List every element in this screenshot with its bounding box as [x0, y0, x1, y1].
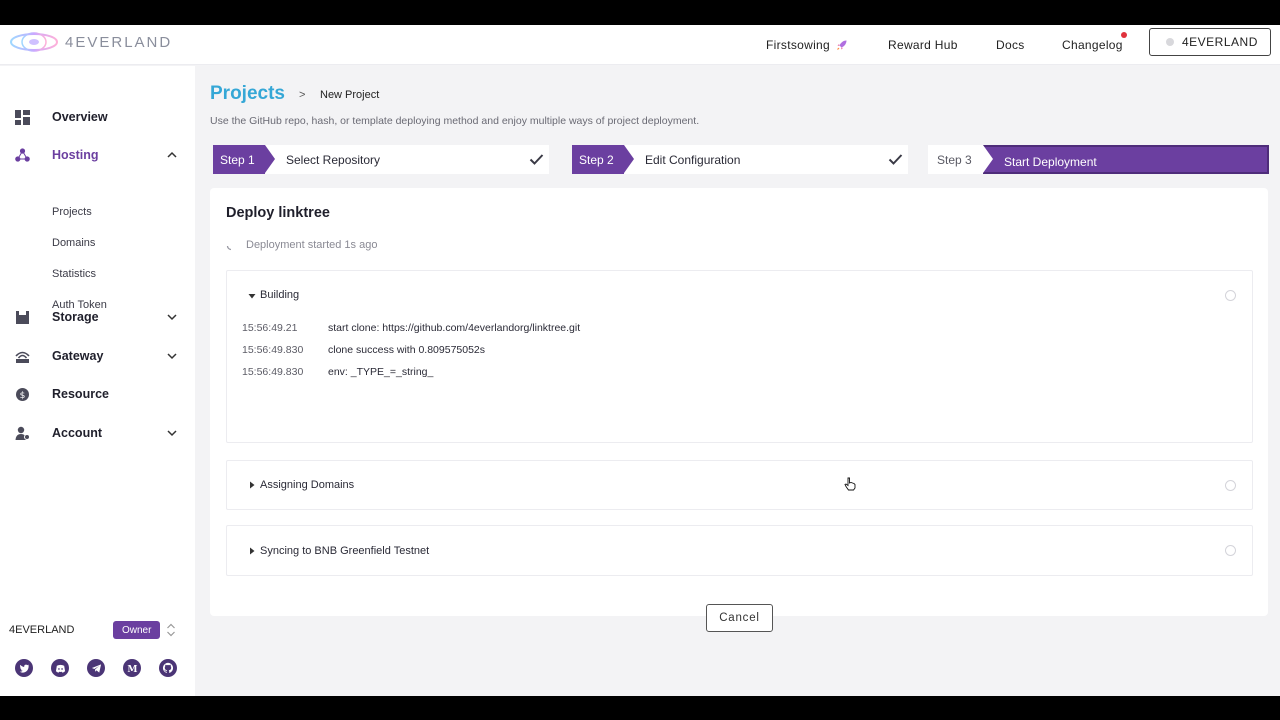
chevron-down-icon: [167, 353, 177, 360]
step-3: Step 3 Start Deployment: [928, 145, 1269, 174]
status-ring-icon: [1225, 545, 1236, 556]
svg-text:M: M: [127, 664, 137, 674]
sidebar-item-hosting[interactable]: Hosting: [0, 141, 195, 169]
nav-reward-hub-label: Reward Hub: [888, 38, 958, 52]
nav-reward-hub[interactable]: Reward Hub: [888, 25, 958, 65]
nav-changelog[interactable]: Changelog: [1062, 25, 1127, 65]
stage-building: Building 15:56:49.21 start clone: https:…: [226, 270, 1253, 443]
caret-right-icon: [250, 481, 255, 489]
chevron-down-icon: [167, 430, 177, 437]
sidebar-item-label: Account: [52, 426, 102, 440]
account-button-label: 4EVERLAND: [1182, 35, 1258, 49]
storage-icon: [15, 310, 30, 325]
step-1-tag: Step 1: [213, 145, 275, 174]
sidebar-item-label: Hosting: [52, 148, 99, 162]
chevron-down-icon: [167, 314, 177, 321]
nav-changelog-label: Changelog: [1062, 38, 1123, 52]
team-switcher[interactable]: 4EVERLAND Owner: [9, 619, 185, 641]
account-button[interactable]: 4EVERLAND: [1149, 28, 1271, 56]
sidebar-subitem-statistics[interactable]: Statistics: [52, 268, 96, 280]
sidebar-item-label: Overview: [52, 110, 108, 124]
caret-down-icon[interactable]: [248, 292, 256, 300]
discord-icon[interactable]: [51, 659, 69, 677]
telegram-icon[interactable]: [87, 659, 105, 677]
gateway-icon: [15, 349, 30, 364]
deploy-status: Deployment started 1s ago: [246, 239, 378, 251]
step-2-name: Edit Configuration: [645, 152, 741, 167]
resource-icon: $: [15, 387, 30, 402]
notification-dot: [1120, 32, 1127, 38]
sidebar-subitem-domains[interactable]: Domains: [52, 237, 95, 249]
step-2: Step 2 Edit Configuration: [572, 145, 908, 174]
nav-docs-label: Docs: [996, 38, 1025, 52]
log-message: clone success with 0.809575052s: [328, 344, 486, 356]
app-window: 4EVERLAND Firstsowing Reward Hub Docs Ch…: [0, 25, 1280, 696]
top-bar: 4EVERLAND Firstsowing Reward Hub Docs Ch…: [0, 25, 1280, 65]
cancel-button-label: Cancel: [719, 612, 760, 624]
step-3-name: Start Deployment: [1004, 154, 1097, 169]
caret-right-icon: [250, 547, 255, 555]
step-2-tag: Step 2: [572, 145, 634, 174]
svg-text:$: $: [20, 391, 26, 401]
chevron-up-icon: [167, 151, 177, 158]
log-line: 15:56:49.830 clone success with 0.809575…: [242, 344, 485, 356]
page-subtitle: Use the GitHub repo, hash, or template d…: [210, 115, 700, 127]
sidebar: Overview Hosting Projects Domains Statis…: [0, 66, 195, 696]
check-icon: [529, 154, 544, 165]
brand-name: 4EVERLAND: [65, 33, 173, 51]
sidebar-item-gateway[interactable]: Gateway: [0, 342, 195, 370]
hand-cursor-icon: [844, 477, 856, 491]
team-name: 4EVERLAND: [9, 624, 75, 636]
sidebar-subitem-projects[interactable]: Projects: [52, 206, 92, 218]
switch-team-icon[interactable]: [166, 622, 176, 638]
log-message: start clone: https://github.com/4everlan…: [328, 322, 581, 334]
hosting-icon: [15, 147, 30, 163]
log-timestamp: 15:56:49.21: [242, 322, 298, 334]
cancel-button[interactable]: Cancel: [706, 604, 773, 632]
status-ring-icon: [1225, 480, 1236, 491]
sidebar-item-resource[interactable]: $ Resource: [0, 380, 195, 408]
role-badge: Owner: [113, 621, 161, 639]
status-ring-icon: [1225, 290, 1236, 301]
sidebar-item-label: Gateway: [52, 349, 104, 363]
stage-title: Syncing to BNB Greenfield Testnet: [260, 545, 430, 557]
stage-assigning-domains[interactable]: Assigning Domains: [226, 460, 1253, 510]
twitter-icon[interactable]: [15, 659, 33, 677]
logo-mark-icon: [10, 32, 58, 52]
log-line: 15:56:49.21 start clone: https://github.…: [242, 322, 580, 334]
medium-icon[interactable]: M: [123, 659, 141, 677]
avatar: [1166, 38, 1174, 46]
deploy-title: Deploy linktree: [226, 205, 330, 221]
sidebar-item-overview[interactable]: Overview: [0, 103, 195, 131]
breadcrumb-current: New Project: [320, 89, 380, 101]
rocket-icon: [837, 40, 847, 50]
account-icon: [15, 426, 30, 441]
sidebar-item-label: Resource: [52, 387, 109, 401]
sidebar-item-storage[interactable]: Storage: [0, 303, 195, 331]
log-timestamp: 15:56:49.830: [242, 344, 304, 356]
breadcrumb-root[interactable]: Projects: [210, 83, 285, 105]
dashboard-icon: [15, 109, 30, 125]
stage-title: Assigning Domains: [260, 479, 355, 491]
sidebar-item-label: Storage: [52, 310, 99, 324]
brand-logo[interactable]: 4EVERLAND: [9, 30, 172, 54]
stage-syncing-greenfield[interactable]: Syncing to BNB Greenfield Testnet: [226, 525, 1253, 576]
step-3-tag: Step 3: [928, 145, 993, 174]
loading-spinner-icon: [226, 245, 232, 251]
stage-title[interactable]: Building: [260, 289, 299, 301]
github-icon[interactable]: [159, 659, 177, 677]
sidebar-item-account[interactable]: Account: [0, 419, 195, 447]
step-1: Step 1 Select Repository: [213, 145, 549, 174]
breadcrumb-separator: >: [299, 89, 306, 101]
check-icon: [888, 154, 903, 165]
log-timestamp: 15:56:49.830: [242, 366, 304, 378]
step-1-name: Select Repository: [286, 152, 381, 167]
log-message: env: _TYPE_=_string_: [328, 366, 434, 378]
nav-firstsowing[interactable]: Firstsowing: [766, 25, 848, 65]
nav-firstsowing-label: Firstsowing: [766, 38, 830, 52]
nav-docs[interactable]: Docs: [996, 25, 1025, 65]
log-line: 15:56:49.830 env: _TYPE_=_string_: [242, 366, 433, 378]
